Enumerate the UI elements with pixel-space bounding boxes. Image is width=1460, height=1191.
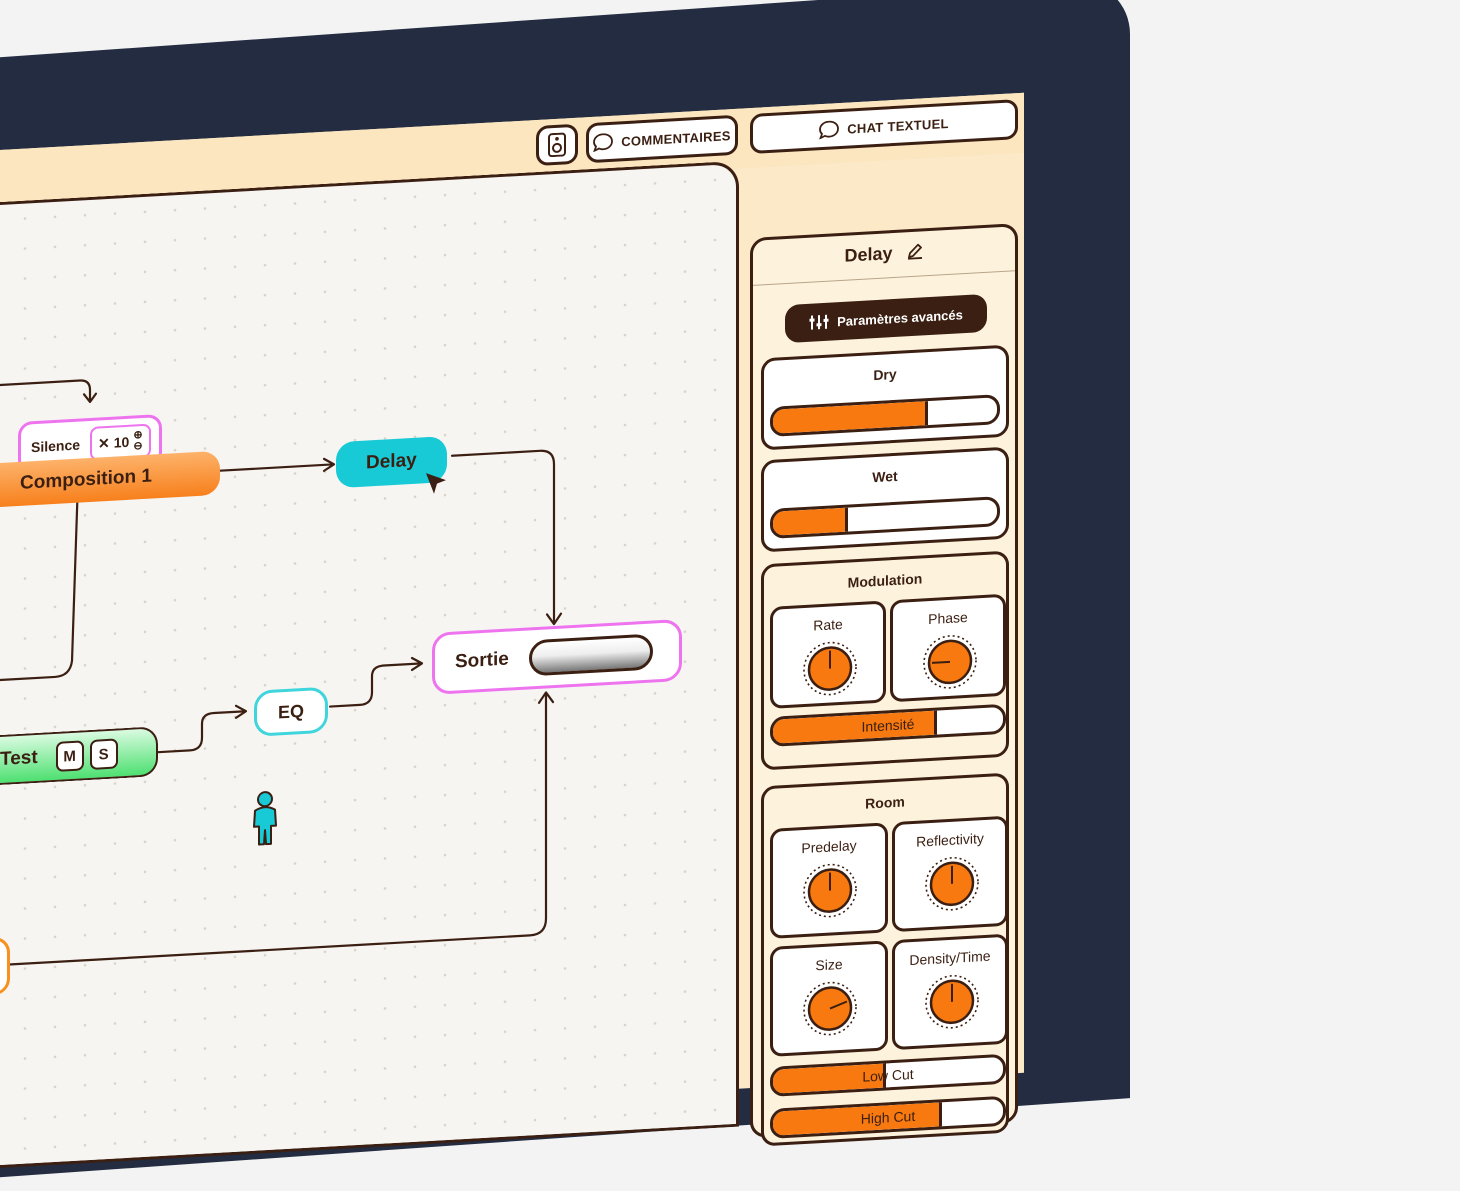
speech-bubble-icon — [593, 133, 614, 152]
phase-knob-card[interactable]: Phase — [890, 593, 1006, 703]
predelay-label: Predelay — [801, 837, 857, 857]
test-label: Test — [0, 746, 38, 770]
predelay-knob-card[interactable]: Predelay — [770, 822, 888, 939]
rate-knob-card[interactable]: Rate — [770, 600, 886, 709]
repeat-count: 10 — [113, 433, 130, 451]
dry-label: Dry — [873, 365, 897, 384]
dry-card: Dry — [761, 344, 1009, 451]
highcut-slider[interactable]: High Cut — [770, 1095, 1006, 1139]
effect-panel: Delay Paramètres avancés Dry Wet Modulat… — [750, 223, 1018, 1147]
app-stage: COMMENTAIRES CHAT TEXTUEL Silence ✕ 10 ⊕… — [0, 0, 1460, 1170]
room-title: Room — [865, 793, 905, 812]
rate-knob[interactable] — [802, 639, 858, 698]
chat-label: CHAT TEXTUEL — [847, 115, 949, 137]
reflectivity-knob-card[interactable]: Reflectivity — [892, 815, 1008, 933]
phase-label: Phase — [928, 608, 968, 628]
sortie-label: Sortie — [455, 648, 509, 673]
intensity-slider[interactable]: Intensité — [770, 703, 1006, 747]
app-screen: COMMENTAIRES CHAT TEXTUEL Silence ✕ 10 ⊕… — [0, 92, 1024, 1170]
chat-bubble-icon — [819, 120, 840, 140]
advanced-settings-label: Paramètres avancés — [837, 306, 963, 329]
dry-slider[interactable] — [770, 394, 1000, 437]
comments-label: COMMENTAIRES — [621, 127, 731, 149]
speaker-button[interactable] — [536, 123, 578, 167]
advanced-settings-button[interactable]: Paramètres avancés — [785, 293, 987, 344]
phase-knob[interactable] — [922, 632, 978, 691]
patch-canvas[interactable]: Silence ✕ 10 ⊕⊖ Composition 1 Delay Sor — [0, 160, 739, 1170]
wet-slider[interactable] — [770, 496, 1000, 539]
eq-node[interactable]: EQ — [254, 686, 328, 737]
eq-label: EQ — [277, 700, 304, 722]
room-card: Room Predelay Reflectivity Size Density/… — [761, 772, 1009, 1147]
speaker-icon — [548, 132, 566, 158]
edit-pencil-icon[interactable] — [906, 241, 924, 260]
reflectivity-knob[interactable] — [924, 854, 980, 913]
size-knob[interactable] — [802, 979, 858, 1038]
lowcut-slider[interactable]: Low Cut — [770, 1053, 1006, 1097]
density-label: Density/Time — [909, 947, 991, 969]
modulation-title: Modulation — [847, 570, 923, 591]
output-meter — [528, 633, 653, 677]
rate-label: Rate — [813, 615, 843, 634]
comments-button[interactable]: COMMENTAIRES — [586, 114, 738, 164]
dry-fill — [773, 401, 929, 434]
mute-key[interactable]: M — [55, 740, 84, 772]
panel-title-text: Delay — [844, 243, 893, 266]
delay-node-label: Delay — [366, 449, 417, 474]
density-knob-card[interactable]: Density/Time — [892, 933, 1008, 1051]
wet-label: Wet — [872, 467, 898, 486]
user-presence-icon — [253, 791, 277, 846]
sliders-icon — [809, 314, 829, 330]
lowcut-label: Low Cut — [862, 1065, 914, 1085]
predelay-knob[interactable] — [802, 861, 858, 920]
cursor-icon — [426, 473, 446, 494]
size-label: Size — [815, 955, 843, 974]
solo-key[interactable]: S — [89, 738, 118, 770]
size-knob-card[interactable]: Size — [770, 940, 888, 1057]
test-node[interactable]: Test M S — [0, 726, 158, 787]
panel-title: Delay — [753, 236, 1015, 272]
stepper-icon[interactable]: ⊕ ⊖ — [133, 429, 142, 453]
panel-divider — [753, 270, 1015, 286]
wet-fill — [773, 507, 848, 536]
wet-card: Wet — [761, 446, 1009, 553]
reflectivity-label: Reflectivity — [916, 829, 984, 850]
multiply-icon: ✕ — [98, 434, 110, 452]
modulation-card: Modulation Rate Phase Intensité — [761, 550, 1009, 771]
composition-label: Composition 1 — [20, 465, 152, 494]
silence-label: Silence — [31, 436, 81, 456]
density-knob[interactable] — [924, 972, 980, 1031]
